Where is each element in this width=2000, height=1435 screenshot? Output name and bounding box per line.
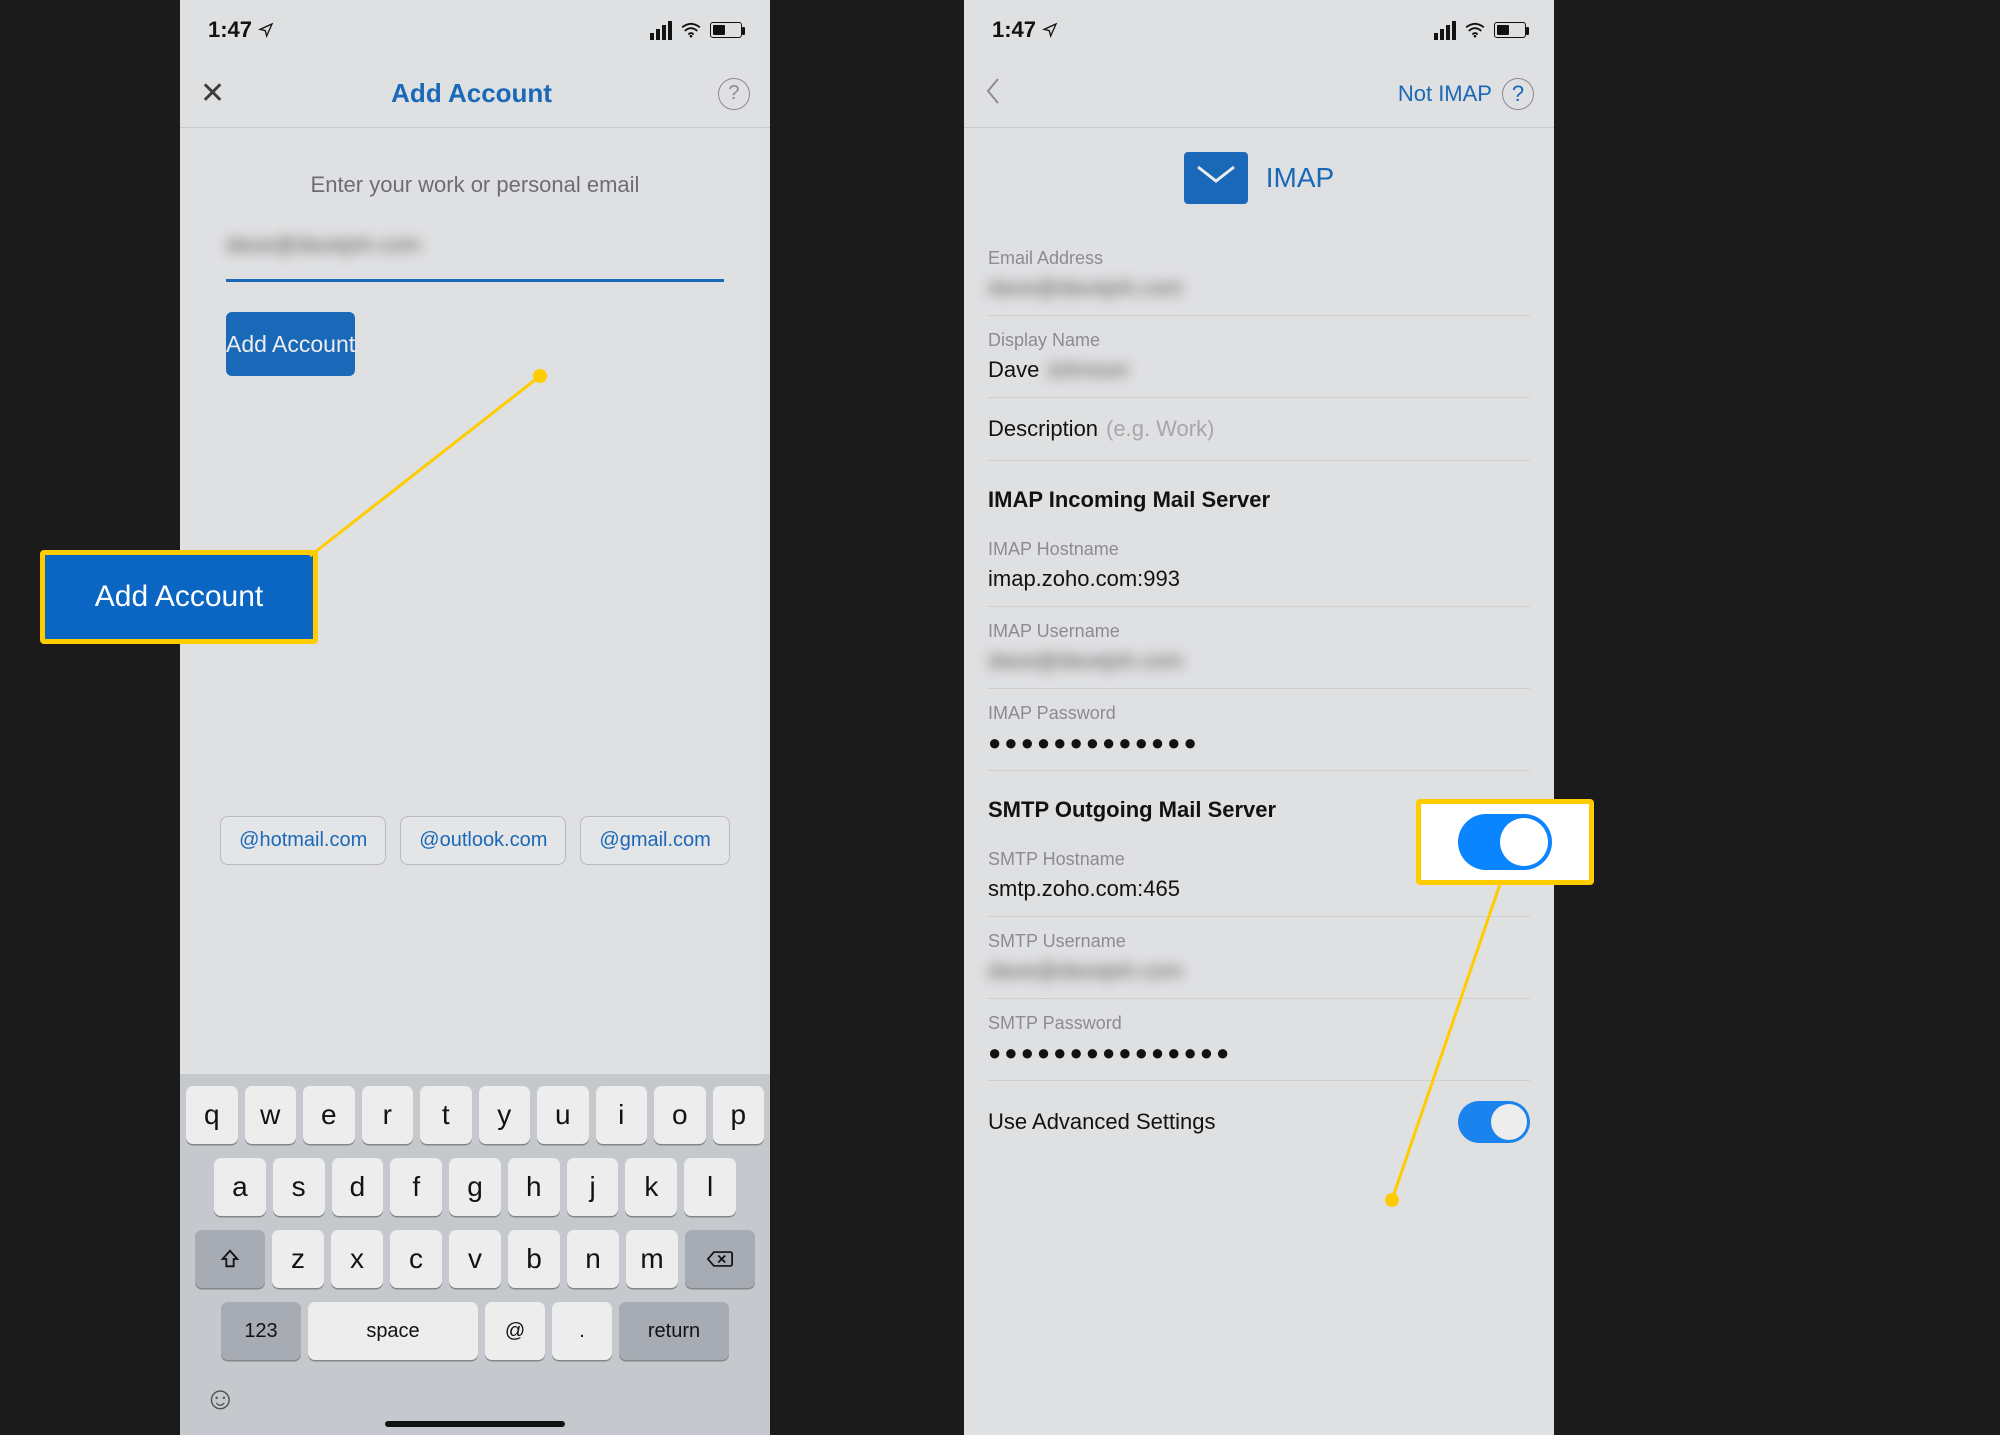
imap-header: IMAP	[964, 128, 1554, 234]
wifi-icon	[680, 22, 702, 38]
key-i[interactable]: i	[596, 1086, 648, 1144]
key-123[interactable]: 123	[221, 1302, 301, 1360]
nav-bar: ✕ Add Account ?	[180, 60, 770, 128]
key-a[interactable]: a	[214, 1158, 266, 1216]
key-space[interactable]: space	[308, 1302, 478, 1360]
battery-icon	[1494, 22, 1526, 38]
mail-icon	[1184, 152, 1248, 204]
key-r[interactable]: r	[362, 1086, 414, 1144]
nav-bar: Not IMAP ?	[964, 60, 1554, 128]
key-h[interactable]: h	[508, 1158, 560, 1216]
status-bar: 1:47	[180, 0, 770, 60]
imap-hostname-label: IMAP Hostname	[988, 539, 1530, 560]
cellular-icon	[1434, 21, 1456, 40]
status-time: 1:47	[208, 17, 252, 43]
status-time: 1:47	[992, 17, 1036, 43]
battery-icon	[710, 22, 742, 38]
not-imap-link[interactable]: Not IMAP	[1398, 81, 1492, 107]
chip-outlook[interactable]: @outlook.com	[400, 816, 566, 865]
key-d[interactable]: d	[332, 1158, 384, 1216]
smtp-username-value[interactable]: dave@davejoh.com	[988, 958, 1530, 984]
advanced-settings-label: Use Advanced Settings	[988, 1109, 1215, 1135]
key-o[interactable]: o	[654, 1086, 706, 1144]
imap-title: IMAP	[1266, 162, 1334, 194]
cellular-icon	[650, 21, 672, 40]
imap-username-label: IMAP Username	[988, 621, 1530, 642]
home-indicator[interactable]	[385, 1421, 565, 1427]
screenshot-imap-settings: 1:47 Not IMAP ? IMAP Email Address dave@…	[964, 0, 1554, 1435]
key-q[interactable]: q	[186, 1086, 238, 1144]
display-name-label: Display Name	[988, 330, 1530, 351]
back-icon[interactable]	[984, 77, 1002, 110]
chip-hotmail[interactable]: @hotmail.com	[220, 816, 386, 865]
toggle-icon	[1458, 814, 1552, 870]
key-t[interactable]: t	[420, 1086, 472, 1144]
emoji-icon[interactable]: ☺	[204, 1380, 237, 1417]
key-backspace[interactable]	[685, 1230, 755, 1288]
key-n[interactable]: n	[567, 1230, 619, 1288]
nav-title: Add Account	[391, 78, 552, 109]
help-icon[interactable]: ?	[1502, 78, 1534, 110]
key-j[interactable]: j	[567, 1158, 619, 1216]
smtp-password-label: SMTP Password	[988, 1013, 1530, 1034]
display-name-value[interactable]: Dave Johnson	[988, 357, 1530, 383]
chip-gmail[interactable]: @gmail.com	[580, 816, 729, 865]
key-shift[interactable]	[195, 1230, 265, 1288]
key-b[interactable]: b	[508, 1230, 560, 1288]
screenshot-add-account: 1:47 ✕ Add Account ? Enter your work or …	[180, 0, 770, 1435]
key-return[interactable]: return	[619, 1302, 729, 1360]
callout-toggle	[1416, 799, 1594, 885]
imap-section-header: IMAP Incoming Mail Server	[964, 461, 1554, 525]
callout-add-account: Add Account	[40, 550, 318, 644]
keyboard: q w e r t y u i o p a s d f g h j k l z	[180, 1074, 770, 1435]
add-account-button[interactable]: Add Account	[226, 312, 355, 376]
imap-hostname-value[interactable]: imap.zoho.com:993	[988, 566, 1530, 592]
location-icon	[258, 22, 274, 38]
help-icon[interactable]: ?	[718, 78, 750, 110]
email-input[interactable]: dave@davejoh.com	[226, 232, 724, 282]
backspace-icon	[707, 1249, 733, 1269]
imap-password-value[interactable]: ●●●●●●●●●●●●●	[988, 730, 1530, 756]
advanced-settings-toggle[interactable]	[1458, 1101, 1530, 1143]
key-c[interactable]: c	[390, 1230, 442, 1288]
email-address-value[interactable]: dave@davejoh.com	[988, 275, 1530, 301]
location-icon	[1042, 22, 1058, 38]
imap-username-value[interactable]: dave@davejoh.com	[988, 648, 1530, 674]
key-p[interactable]: p	[713, 1086, 765, 1144]
key-u[interactable]: u	[537, 1086, 589, 1144]
status-bar: 1:47	[964, 0, 1554, 60]
close-icon[interactable]: ✕	[200, 76, 225, 111]
email-address-label: Email Address	[988, 248, 1530, 269]
smtp-password-value[interactable]: ●●●●●●●●●●●●●●●	[988, 1040, 1530, 1066]
wifi-icon	[1464, 22, 1486, 38]
key-m[interactable]: m	[626, 1230, 678, 1288]
key-at[interactable]: @	[485, 1302, 545, 1360]
key-s[interactable]: s	[273, 1158, 325, 1216]
domain-suggestions: @hotmail.com @outlook.com @gmail.com	[180, 816, 770, 865]
key-e[interactable]: e	[303, 1086, 355, 1144]
key-z[interactable]: z	[272, 1230, 324, 1288]
key-y[interactable]: y	[479, 1086, 531, 1144]
prompt-text: Enter your work or personal email	[180, 172, 770, 198]
key-w[interactable]: w	[245, 1086, 297, 1144]
key-x[interactable]: x	[331, 1230, 383, 1288]
key-v[interactable]: v	[449, 1230, 501, 1288]
email-value: dave@davejoh.com	[226, 232, 421, 257]
smtp-username-label: SMTP Username	[988, 931, 1530, 952]
description-field[interactable]: Description (e.g. Work)	[988, 397, 1530, 461]
shift-icon	[219, 1248, 241, 1270]
key-g[interactable]: g	[449, 1158, 501, 1216]
key-dot[interactable]: .	[552, 1302, 612, 1360]
key-l[interactable]: l	[684, 1158, 736, 1216]
key-k[interactable]: k	[625, 1158, 677, 1216]
key-f[interactable]: f	[390, 1158, 442, 1216]
imap-password-label: IMAP Password	[988, 703, 1530, 724]
